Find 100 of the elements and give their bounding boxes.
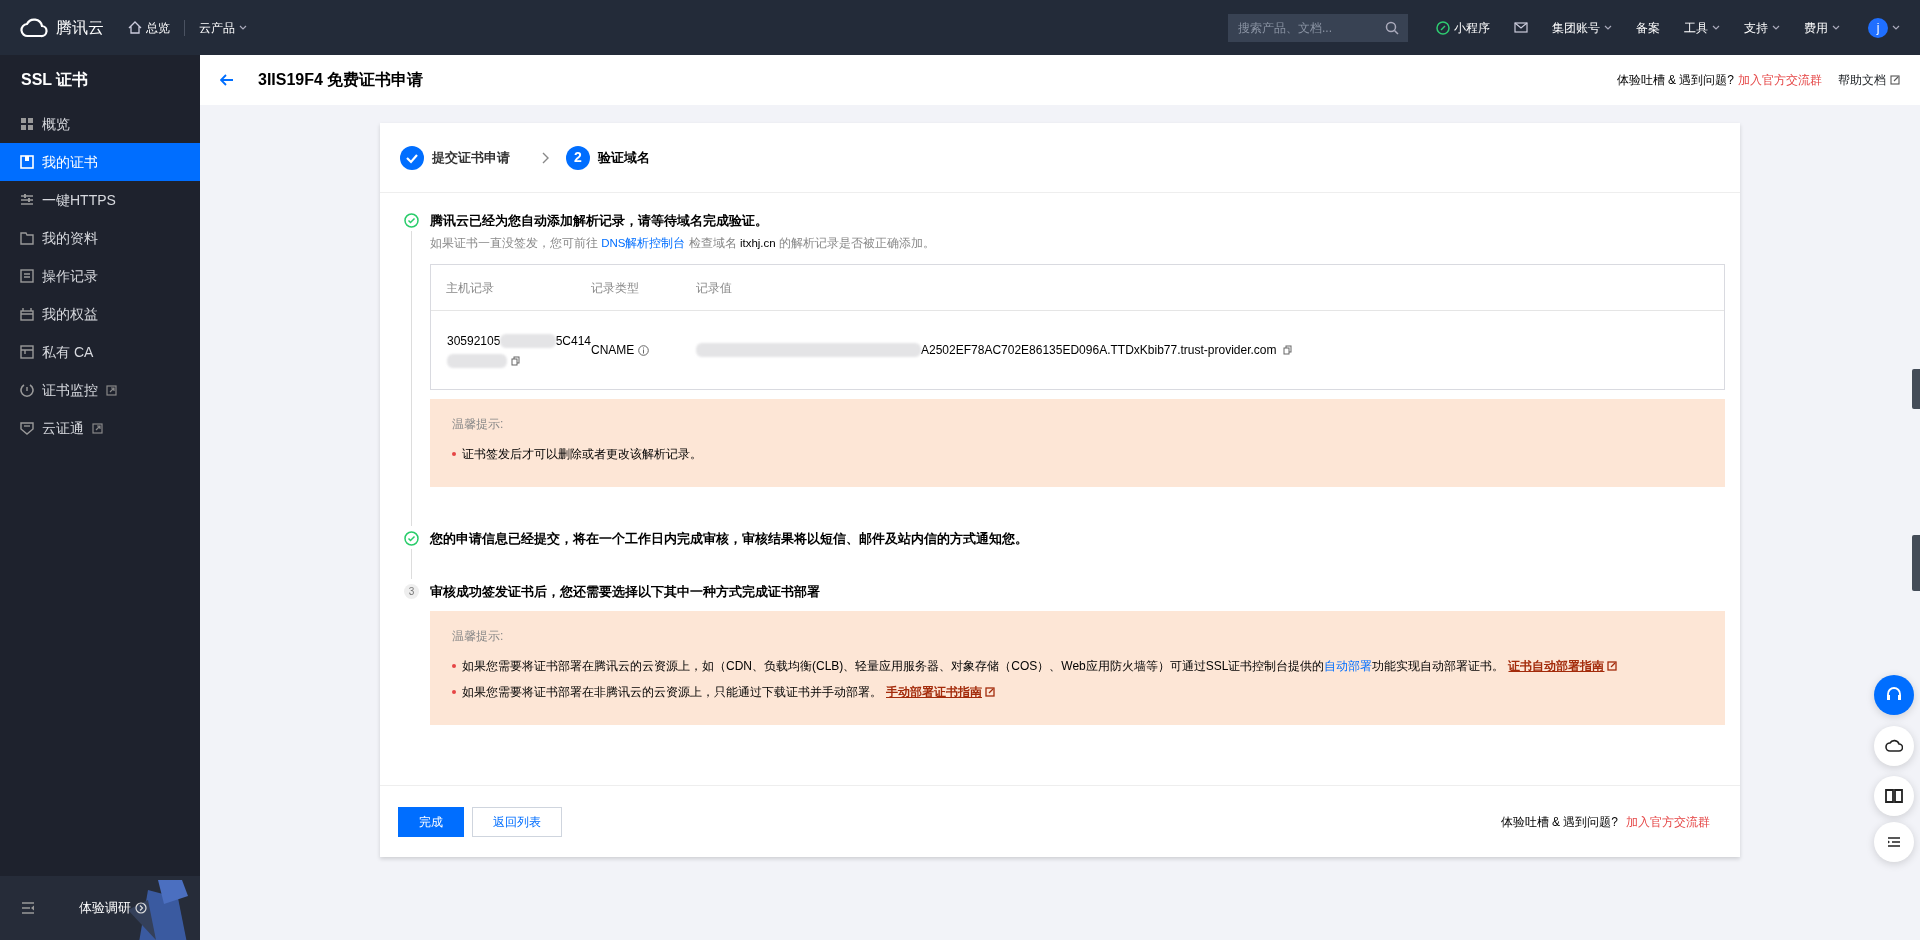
external-link-icon [1607,661,1618,672]
floating-button[interactable] [1874,726,1914,766]
chevron-circle-icon [135,902,147,914]
search-icon [1385,20,1399,35]
products-menu[interactable]: 云产品 [199,18,247,37]
page-title: 3IIS19F4 免费证书申请 [258,70,424,90]
copy-icon[interactable] [511,356,520,367]
chevron-right-icon [542,151,550,164]
tip-text: 如果您需要将证书部署在腾讯云的云资源上，如（CDN、负载均衡(CLB)、轻量应用服务器、对象存储（COS）、Web应用防火墙等）可通过SSL证书控制台提供的自动部署功能实现自动部署证书。 证书自动部署指南 [462,657,1618,676]
join-group-link[interactable]: 加入官方交流群 [1738,71,1822,89]
floating-button[interactable] [1874,822,1914,862]
bullet-dot [452,690,456,695]
topbar-link[interactable]: 集团账号 [1548,18,1616,37]
overview-link[interactable]: 总览 [128,18,170,37]
bullet-dot [452,664,456,669]
grid-icon [20,117,34,131]
guide-link[interactable]: 手动部署证书指南 [886,683,982,702]
sidebar-item[interactable]: 我的资料 [0,219,200,257]
step-number: 2 [566,145,590,170]
brand-name[interactable]: 腾讯云 [56,15,104,40]
back-to-list-button[interactable]: 返回列表 [472,806,562,837]
topbar-link[interactable]: 费用 [1800,18,1844,37]
section-title: 审核成功签发证书后，您还需要选择以下其中一种方式完成证书部署 [430,583,821,602]
guide-link[interactable]: 证书自动部署指南 [1508,657,1605,676]
caret-icon [239,25,247,30]
sidebar-item[interactable]: 我的证书 [0,143,200,181]
side-handle[interactable] [1912,535,1920,591]
column-header: 主机记录 [445,279,495,297]
caret-icon [1832,25,1840,30]
external-link-icon [92,422,103,434]
link-circle-icon [1436,20,1450,35]
caret-icon [1712,25,1720,30]
column-header: 记录类型 [591,279,640,297]
avatar-menu[interactable]: j [1868,17,1900,38]
cloud-icon [1885,737,1903,755]
caret-icon [1892,25,1900,30]
step-item: 2 验证域名 [566,145,650,170]
column-header: 记录值 [696,279,733,297]
cloud-logo-icon [20,17,48,38]
hint-text: 如果证书一直没签发，您可前往 DNS解析控制台 检查域名 itxhj.cn 的解析记录是否被正确添加。 [430,236,936,251]
certificate-icon [20,155,34,169]
survey-link[interactable]: 体验调研 [79,898,147,918]
search-field[interactable]: 搜索产品、文档... [1228,13,1408,42]
sidebar-item[interactable]: 一键HTTPS [0,181,200,219]
table-cell-text: 30592105 [447,333,501,351]
sidebar-item[interactable]: 操作记录 [0,257,200,295]
document-icon [20,269,34,283]
topbar-link[interactable]: 小程序 [1432,18,1494,37]
avatar: j [1868,17,1888,38]
back-arrow-icon[interactable] [220,74,234,86]
collapse-icon[interactable] [21,902,35,914]
feedback-text: 体验吐槽 & 遇到问题? [1500,813,1618,831]
section-title: 腾讯云已经为您自动添加解析记录，请等待域名完成验证。 [430,212,769,230]
tip-text: 证书签发后才可以删除或者更改该解析记录。 [462,446,702,464]
sidebar-item[interactable]: 私有 CA [0,333,200,371]
table-cell-text: CNAME [591,342,635,360]
join-group-link[interactable]: 加入官方交流群 [1626,812,1710,831]
sliders-icon [20,193,34,207]
external-link-icon [106,384,117,396]
caret-icon [1604,25,1612,30]
gift-icon [20,307,34,321]
home-icon [128,21,142,34]
external-link-icon [985,687,995,698]
window-icon [20,345,34,359]
topbar-link[interactable]: 工具 [1680,18,1724,37]
table-cell-text: 5C414 [555,333,591,351]
console-link[interactable]: DNS解析控制台 [601,237,686,249]
info-icon[interactable] [638,344,650,356]
sidebar-item[interactable]: 概览 [0,105,200,143]
bullet-dot [452,452,456,457]
folder-icon [20,231,34,245]
check-circle-icon [400,145,424,170]
help-docs-link[interactable]: 帮助文档 [1838,71,1900,89]
console-link[interactable]: 自动部署 [1324,657,1373,676]
tip-title: 温馨提示: [452,628,505,646]
feedback-text: 体验吐槽 & 遇到问题? [1616,72,1734,89]
floating-button[interactable] [1874,776,1914,816]
caret-icon [1772,25,1780,30]
copy-icon[interactable] [1282,345,1292,356]
table-cell-text: A2502EF78AC702E86135ED096A.TTDxKbib77.trust-provider.com [921,342,1277,360]
sidebar-item[interactable]: 证书监控 [0,371,200,409]
section-title: 您的申请信息已经提交，将在一个工作日内完成审核，审核结果将以短信、邮件及站内信的方式通知您。 [430,530,1029,549]
book-icon [1885,787,1903,805]
redaction-blur [500,334,556,349]
sidebar-item[interactable]: 我的权益 [0,295,200,333]
sidebar-item[interactable]: 云证通 [0,409,200,447]
external-link-icon [1890,75,1900,85]
finish-button[interactable]: 完成 [398,806,464,837]
redaction-blur [447,354,507,369]
gauge-icon [20,383,34,397]
step-number: 3 [404,584,419,600]
topbar-link[interactable]: 支持 [1740,18,1784,37]
tip-text: 如果您需要将证书部署在非腾讯云的云资源上，只能通过下载证书并手动部署。 手动部署证书指南 [462,683,995,702]
step-item: 提交证书申请 [400,145,510,170]
sidebar-title: SSL 证书 [20,70,90,90]
side-handle[interactable] [1912,369,1920,409]
topbar-link[interactable]: 备案 [1632,18,1664,37]
tip-title: 温馨提示: [452,416,505,434]
mail-icon [1514,22,1528,33]
shield-icon [20,421,34,435]
